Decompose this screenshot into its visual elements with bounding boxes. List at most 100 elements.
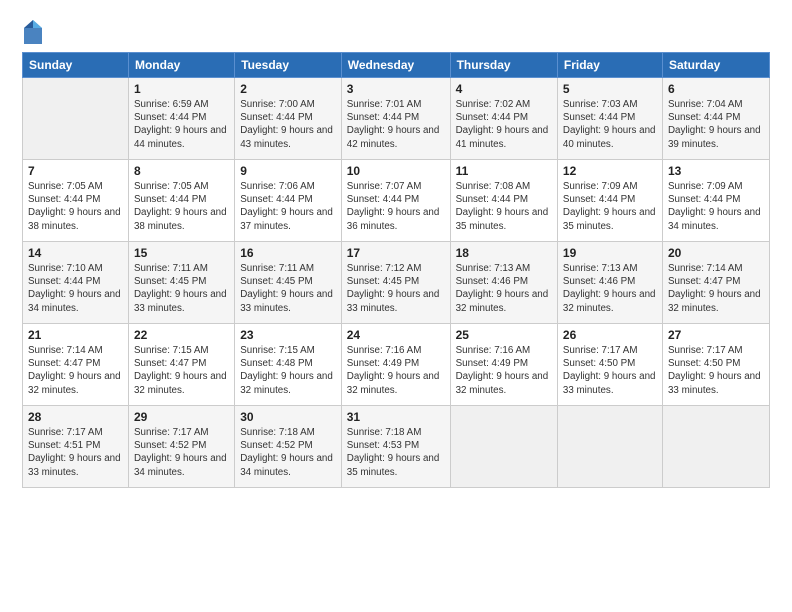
- day-info: Sunrise: 7:14 AM Sunset: 4:47 PM Dayligh…: [28, 344, 123, 397]
- calendar-cell: 29Sunrise: 7:17 AM Sunset: 4:52 PM Dayli…: [128, 406, 234, 488]
- day-number: 23: [240, 328, 336, 342]
- day-info: Sunrise: 7:17 AM Sunset: 4:50 PM Dayligh…: [668, 344, 764, 397]
- calendar-cell: 25 Sunrise: 7:16 AM Sunset: 4:49 PM Dayli…: [450, 324, 557, 406]
- day-info: Sunrise: 7:07 AM Sunset: 4:44 PM Dayligh…: [347, 180, 445, 233]
- day-info: Sunrise: 7:03 AM Sunset: 4:44 PM Dayligh…: [563, 98, 657, 151]
- day-number: 26: [563, 328, 657, 342]
- day-number: 6: [668, 82, 764, 96]
- weekday-header-sunday: Sunday: [23, 53, 129, 78]
- day-number: 31: [347, 410, 445, 424]
- calendar-cell: [662, 406, 769, 488]
- day-info: Sunrise: 7:16 AM Sunset: 4:49 PM Dayligh…: [456, 344, 552, 397]
- day-number: 4: [456, 82, 552, 96]
- calendar-cell: 16 Sunrise: 7:11 AM Sunset: 4:45 PM Dayli…: [235, 242, 342, 324]
- calendar-cell: [450, 406, 557, 488]
- day-info: Sunrise: 7:18 AM Sunset: 4:52 PM Dayligh…: [240, 426, 336, 479]
- calendar-cell: [557, 406, 662, 488]
- day-info: Sunrise: 7:15 AM Sunset: 4:48 PM Dayligh…: [240, 344, 336, 397]
- day-number: 20: [668, 246, 764, 260]
- header: [22, 18, 770, 46]
- day-number: 17: [347, 246, 445, 260]
- calendar-cell: 20 Sunrise: 7:14 AM Sunset: 4:47 PM Dayli…: [662, 242, 769, 324]
- day-info: Sunrise: 7:13 AM Sunset: 4:46 PM Dayligh…: [563, 262, 657, 315]
- calendar-cell: 17 Sunrise: 7:12 AM Sunset: 4:45 PM Dayli…: [341, 242, 450, 324]
- calendar-cell: 27 Sunrise: 7:17 AM Sunset: 4:50 PM Dayli…: [662, 324, 769, 406]
- calendar-cell: 12 Sunrise: 7:09 AM Sunset: 4:44 PM Dayli…: [557, 160, 662, 242]
- day-info: Sunrise: 7:16 AM Sunset: 4:49 PM Dayligh…: [347, 344, 445, 397]
- calendar-cell: 6 Sunrise: 7:04 AM Sunset: 4:44 PM Daylig…: [662, 78, 769, 160]
- calendar-week-row: 7 Sunrise: 7:05 AM Sunset: 4:44 PM Daylig…: [23, 160, 770, 242]
- calendar-cell: 8Sunrise: 7:05 AM Sunset: 4:44 PM Daylig…: [128, 160, 234, 242]
- day-info: Sunrise: 7:09 AM Sunset: 4:44 PM Dayligh…: [563, 180, 657, 233]
- day-number: 27: [668, 328, 764, 342]
- day-info: Sunrise: 6:59 AM Sunset: 4:44 PM Dayligh…: [134, 98, 229, 151]
- weekday-header-saturday: Saturday: [662, 53, 769, 78]
- day-number: 29: [134, 410, 229, 424]
- day-info: Sunrise: 7:05 AM Sunset: 4:44 PM Dayligh…: [134, 180, 229, 233]
- day-number: 25: [456, 328, 552, 342]
- day-info: Sunrise: 7:18 AM Sunset: 4:53 PM Dayligh…: [347, 426, 445, 479]
- day-number: 5: [563, 82, 657, 96]
- calendar-cell: 13 Sunrise: 7:09 AM Sunset: 4:44 PM Dayli…: [662, 160, 769, 242]
- day-number: 12: [563, 164, 657, 178]
- calendar-cell: 21 Sunrise: 7:14 AM Sunset: 4:47 PM Dayli…: [23, 324, 129, 406]
- day-info: Sunrise: 7:09 AM Sunset: 4:44 PM Dayligh…: [668, 180, 764, 233]
- weekday-header-friday: Friday: [557, 53, 662, 78]
- day-info: Sunrise: 7:11 AM Sunset: 4:45 PM Dayligh…: [240, 262, 336, 315]
- calendar-cell: 10 Sunrise: 7:07 AM Sunset: 4:44 PM Dayli…: [341, 160, 450, 242]
- day-number: 18: [456, 246, 552, 260]
- day-number: 7: [28, 164, 123, 178]
- calendar-cell: 30 Sunrise: 7:18 AM Sunset: 4:52 PM Dayli…: [235, 406, 342, 488]
- day-info: Sunrise: 7:00 AM Sunset: 4:44 PM Dayligh…: [240, 98, 336, 151]
- day-number: 13: [668, 164, 764, 178]
- logo: [22, 18, 47, 46]
- day-number: 14: [28, 246, 123, 260]
- calendar-cell: 11 Sunrise: 7:08 AM Sunset: 4:44 PM Dayli…: [450, 160, 557, 242]
- day-info: Sunrise: 7:17 AM Sunset: 4:51 PM Dayligh…: [28, 426, 123, 479]
- day-number: 2: [240, 82, 336, 96]
- day-number: 16: [240, 246, 336, 260]
- calendar-week-row: 21 Sunrise: 7:14 AM Sunset: 4:47 PM Dayli…: [23, 324, 770, 406]
- calendar-cell: 24 Sunrise: 7:16 AM Sunset: 4:49 PM Dayli…: [341, 324, 450, 406]
- day-info: Sunrise: 7:17 AM Sunset: 4:50 PM Dayligh…: [563, 344, 657, 397]
- day-info: Sunrise: 7:12 AM Sunset: 4:45 PM Dayligh…: [347, 262, 445, 315]
- weekday-header-tuesday: Tuesday: [235, 53, 342, 78]
- calendar-cell: 3 Sunrise: 7:01 AM Sunset: 4:44 PM Daylig…: [341, 78, 450, 160]
- day-info: Sunrise: 7:06 AM Sunset: 4:44 PM Dayligh…: [240, 180, 336, 233]
- calendar-cell: 28 Sunrise: 7:17 AM Sunset: 4:51 PM Dayli…: [23, 406, 129, 488]
- calendar-cell: 9 Sunrise: 7:06 AM Sunset: 4:44 PM Daylig…: [235, 160, 342, 242]
- day-number: 11: [456, 164, 552, 178]
- calendar-cell: 18 Sunrise: 7:13 AM Sunset: 4:46 PM Dayli…: [450, 242, 557, 324]
- calendar-cell: 19 Sunrise: 7:13 AM Sunset: 4:46 PM Dayli…: [557, 242, 662, 324]
- day-number: 19: [563, 246, 657, 260]
- calendar-cell: 15 Sunrise: 7:11 AM Sunset: 4:45 PM Dayli…: [128, 242, 234, 324]
- calendar-cell: 2 Sunrise: 7:00 AM Sunset: 4:44 PM Daylig…: [235, 78, 342, 160]
- day-info: Sunrise: 7:15 AM Sunset: 4:47 PM Dayligh…: [134, 344, 229, 397]
- calendar-cell: 22Sunrise: 7:15 AM Sunset: 4:47 PM Dayli…: [128, 324, 234, 406]
- day-number: 28: [28, 410, 123, 424]
- day-number: 30: [240, 410, 336, 424]
- calendar-cell: 14Sunrise: 7:10 AM Sunset: 4:44 PM Dayli…: [23, 242, 129, 324]
- day-number: 10: [347, 164, 445, 178]
- day-number: 9: [240, 164, 336, 178]
- calendar-cell: 26 Sunrise: 7:17 AM Sunset: 4:50 PM Dayli…: [557, 324, 662, 406]
- day-info: Sunrise: 7:02 AM Sunset: 4:44 PM Dayligh…: [456, 98, 552, 151]
- calendar-cell: 31 Sunrise: 7:18 AM Sunset: 4:53 PM Dayli…: [341, 406, 450, 488]
- calendar-cell: 1Sunrise: 6:59 AM Sunset: 4:44 PM Daylig…: [128, 78, 234, 160]
- calendar-cell: 4 Sunrise: 7:02 AM Sunset: 4:44 PM Daylig…: [450, 78, 557, 160]
- calendar-table: SundayMondayTuesdayWednesdayThursdayFrid…: [22, 52, 770, 488]
- day-info: Sunrise: 7:08 AM Sunset: 4:44 PM Dayligh…: [456, 180, 552, 233]
- weekday-header-thursday: Thursday: [450, 53, 557, 78]
- day-number: 15: [134, 246, 229, 260]
- logo-icon: [22, 18, 44, 46]
- day-info: Sunrise: 7:04 AM Sunset: 4:44 PM Dayligh…: [668, 98, 764, 151]
- day-number: 3: [347, 82, 445, 96]
- day-number: 24: [347, 328, 445, 342]
- day-number: 21: [28, 328, 123, 342]
- day-info: Sunrise: 7:11 AM Sunset: 4:45 PM Dayligh…: [134, 262, 229, 315]
- day-info: Sunrise: 7:14 AM Sunset: 4:47 PM Dayligh…: [668, 262, 764, 315]
- calendar-cell: 7Sunrise: 7:05 AM Sunset: 4:44 PM Daylig…: [23, 160, 129, 242]
- day-info: Sunrise: 7:01 AM Sunset: 4:44 PM Dayligh…: [347, 98, 445, 151]
- calendar-week-row: 14Sunrise: 7:10 AM Sunset: 4:44 PM Dayli…: [23, 242, 770, 324]
- day-info: Sunrise: 7:13 AM Sunset: 4:46 PM Dayligh…: [456, 262, 552, 315]
